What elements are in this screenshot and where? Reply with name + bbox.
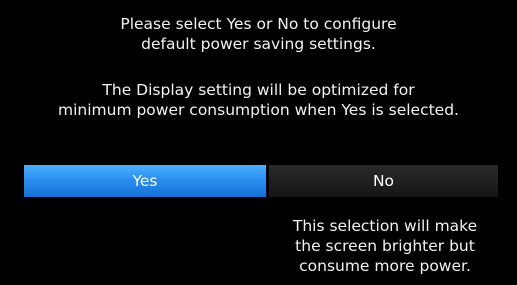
- selection-hint: This selection will make the screen brig…: [272, 216, 498, 276]
- no-button[interactable]: No: [269, 165, 498, 197]
- hint-line-3: consume more power.: [299, 257, 471, 275]
- note-line-1: The Display setting will be optimized fo…: [102, 81, 415, 99]
- hint-line-2: the screen brighter but: [295, 237, 475, 255]
- yes-button[interactable]: Yes: [24, 165, 266, 197]
- hint-line-1: This selection will make: [292, 217, 478, 235]
- prompt-line-1: Please select Yes or No to configure: [120, 15, 397, 33]
- note-line-2: minimum power consumption when Yes is se…: [57, 101, 459, 119]
- display-optimization-note: The Display setting will be optimized fo…: [0, 80, 517, 120]
- prompt-line-2: default power saving settings.: [141, 35, 376, 53]
- power-saving-screen: Please select Yes or No to configure def…: [0, 0, 517, 285]
- power-saving-prompt: Please select Yes or No to configure def…: [0, 14, 517, 54]
